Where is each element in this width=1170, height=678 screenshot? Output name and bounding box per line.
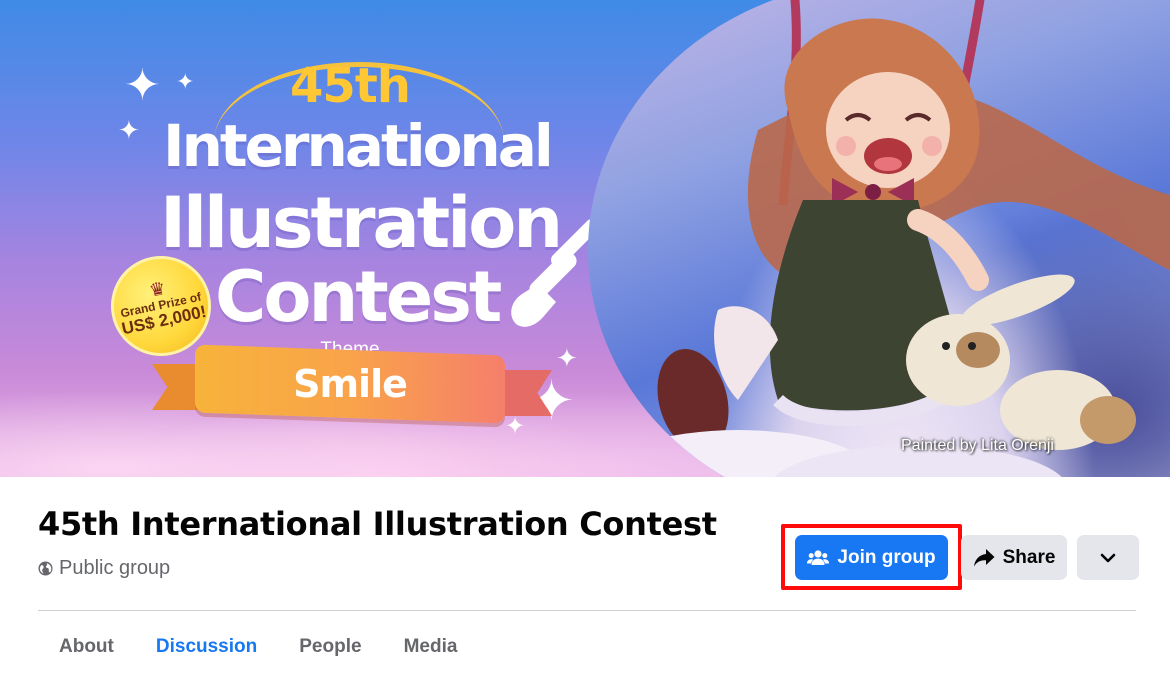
artist-credit: Painted by Lita Orenji <box>901 437 1054 454</box>
tab-media[interactable]: Media <box>383 626 479 678</box>
theme-value: Smile <box>293 362 408 406</box>
header-divider <box>38 610 1136 611</box>
sparkle-icon: ✦ <box>124 60 161 111</box>
sparkle-icon: ✦ <box>505 412 526 440</box>
share-label: Share <box>1002 546 1056 568</box>
share-arrow-icon <box>973 548 995 566</box>
cover-headline: ✦ ✦ ✦ ✦ ✦ ✦ 45th International Illustrat… <box>0 0 600 477</box>
tab-discussion[interactable]: Discussion <box>135 626 278 678</box>
headline-line-3: Contest <box>215 256 502 338</box>
group-cover-photo[interactable]: ✦ ✦ ✦ ✦ ✦ ✦ 45th International Illustrat… <box>0 0 1170 477</box>
tab-people[interactable]: People <box>278 626 382 678</box>
illustration-shapes <box>598 0 1170 477</box>
tab-about[interactable]: About <box>38 626 135 678</box>
group-tabs: About Discussion People Media <box>38 626 478 678</box>
globe-icon <box>38 561 53 576</box>
more-options-button[interactable] <box>1077 535 1139 580</box>
share-button[interactable]: Share <box>961 535 1067 580</box>
cover-illustration <box>588 0 1170 477</box>
chevron-down-icon <box>1100 553 1116 562</box>
group-privacy: Public group <box>38 557 170 580</box>
sparkle-icon: ✦ <box>118 116 140 146</box>
group-icon <box>807 549 830 565</box>
headline-number: 45th <box>290 58 411 114</box>
headline-line-1: International <box>163 112 554 180</box>
privacy-label: Public group <box>59 557 171 579</box>
join-group-button[interactable]: Join group <box>795 535 948 580</box>
sparkle-icon: ✦ <box>176 70 195 95</box>
join-group-label: Join group <box>837 546 936 568</box>
group-title: 45th International Illustration Contest <box>38 505 717 543</box>
